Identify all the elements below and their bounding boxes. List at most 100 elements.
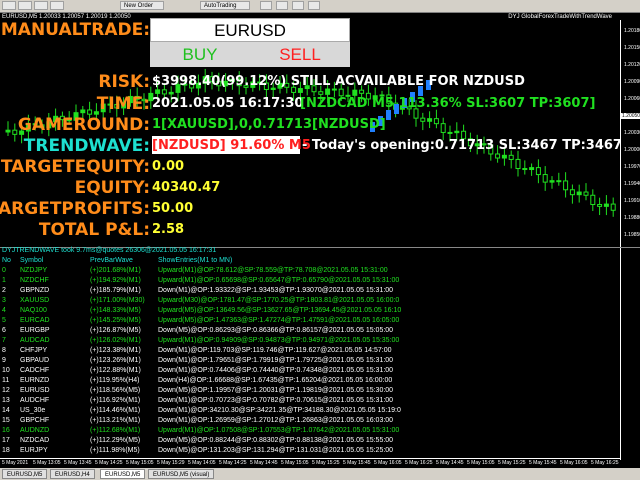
row-symbol: XAUUSD bbox=[20, 297, 50, 304]
row-no: 0 bbox=[2, 267, 6, 274]
row-wave: (+)112.29%(M5) bbox=[90, 437, 141, 444]
toolbar-button-4[interactable] bbox=[50, 1, 64, 10]
row-no: 14 bbox=[2, 407, 10, 414]
row-no: 12 bbox=[2, 387, 10, 394]
row-symbol: AUDCHF bbox=[20, 397, 50, 404]
column-header-no: No bbox=[2, 257, 11, 264]
table-row: 17 NZDCAD (+)112.29%(M5) Down(M5)@OP:0.8824… bbox=[0, 436, 620, 446]
time-label: 5 May 14:45 bbox=[250, 460, 278, 466]
row-wave: (+)123.38%(M1) bbox=[90, 347, 141, 354]
time-label: 5 May 14:45 bbox=[436, 460, 464, 466]
row-symbol: NAQ100 bbox=[20, 307, 47, 314]
time-label: 5 May 14:05 bbox=[188, 460, 216, 466]
time-label: 5 May 15:05 bbox=[467, 460, 495, 466]
row-entry: Upward(M5)@OP:13649.56@SP:13627.65@TP:13… bbox=[158, 307, 402, 314]
time-label: 5 May 16:25 bbox=[591, 460, 619, 466]
row-entry: Down(M1)@OP:1.26959@SP:1.27012@TP:1.2686… bbox=[158, 417, 394, 424]
time-label: 5 May 15:25 bbox=[312, 460, 340, 466]
row-wave: (+)118.56%(M5) bbox=[90, 387, 141, 394]
table-row: 8 CHFJPY (+)123.38%(M1) Down(M1)@OP:119.703… bbox=[0, 346, 620, 356]
current-price-label: 1.20050 bbox=[621, 113, 640, 119]
candle-body bbox=[563, 180, 569, 191]
price-label: 1.19970 bbox=[624, 164, 640, 170]
time-label: 5 May 14:25 bbox=[95, 460, 123, 466]
gameround-value: 1[XAUUSD],0,0.71713[NZDUSD] bbox=[152, 117, 386, 132]
candle-body bbox=[515, 158, 521, 170]
price-label: 1.20120 bbox=[624, 62, 640, 68]
price-label: 1.20150 bbox=[624, 45, 640, 51]
row-symbol: GBPNZD bbox=[20, 287, 50, 294]
buy-button[interactable]: BUY bbox=[150, 42, 250, 67]
time-label: 5 May 15:25 bbox=[498, 460, 526, 466]
candle-body bbox=[420, 117, 426, 122]
toolbar-button-5[interactable] bbox=[260, 1, 272, 10]
tab-eurusd-h4[interactable]: EURUSD,H4 bbox=[50, 469, 95, 479]
tab-eurusd-m5-1[interactable]: EURUSD,M5 bbox=[2, 469, 48, 479]
targetequity-value: 0.00 bbox=[152, 159, 185, 174]
risk-label: RISK: bbox=[98, 72, 150, 92]
equity-label: EQUITY: bbox=[74, 178, 150, 198]
row-wave: (+)113.21%(M1) bbox=[90, 417, 141, 424]
candle-body bbox=[597, 204, 603, 207]
toolbar-button-8[interactable] bbox=[308, 1, 320, 10]
row-wave: (+)126.87%(M5) bbox=[90, 327, 141, 334]
risk-value: $3998.40(99.12%) STILL ACVAILABLE FOR NZ… bbox=[152, 74, 525, 89]
candle-body bbox=[529, 167, 535, 171]
pair-input[interactable]: EURUSD bbox=[150, 18, 350, 42]
table-row: 13 AUDCHF (+)116.92%(M1) Down(M1)@OP:0.7072… bbox=[0, 396, 620, 406]
time-label: 5 May 13:05 bbox=[33, 460, 61, 466]
candle-body bbox=[576, 191, 582, 196]
toolbar-button-6[interactable] bbox=[276, 1, 288, 10]
new-order-button[interactable]: New Order bbox=[120, 1, 164, 10]
row-no: 13 bbox=[2, 397, 10, 404]
row-no: 1 bbox=[2, 277, 6, 284]
table-row: 14 US_30e (+)114.46%(M1) Down(M1)@OP:34210.… bbox=[0, 406, 620, 416]
row-wave: (+)145.25%(M5) bbox=[90, 317, 141, 324]
row-symbol: NZDCAD bbox=[20, 437, 50, 444]
price-label: 1.19940 bbox=[624, 181, 640, 187]
toolbar-button-1[interactable] bbox=[2, 1, 16, 10]
price-label: 1.20000 bbox=[624, 147, 640, 153]
time-axis: 5 May 2021 5 May 13:05 5 May 13:45 5 May 14… bbox=[0, 458, 620, 468]
sell-button[interactable]: SELL bbox=[250, 42, 350, 67]
candle-body bbox=[590, 194, 596, 206]
row-entry: Upward(M5)@OP:1.47363@SP:1.47274@TP:1.47… bbox=[158, 317, 400, 324]
tab-eurusd-m5-2[interactable]: EURUSD,M5 bbox=[100, 469, 146, 479]
toolbar-button-3[interactable] bbox=[34, 1, 48, 10]
time-label: 5 May 16:05 bbox=[374, 460, 402, 466]
toolbar-button-7[interactable] bbox=[292, 1, 304, 10]
row-wave: (+)116.92%(M1) bbox=[90, 397, 141, 404]
row-entry: Upward(M1)@OP:0.65698@SP:0.65647@TP:0.65… bbox=[158, 277, 400, 284]
targetprofits-value: 50.00 bbox=[152, 201, 194, 216]
row-wave: (+)119.95%(H4) bbox=[90, 377, 140, 384]
row-no: 7 bbox=[2, 337, 6, 344]
time-label: 5 May 15:05 bbox=[281, 460, 309, 466]
candle-body bbox=[318, 91, 324, 95]
tab-eurusd-m5-visual[interactable]: EURUSD,M5 (visual) bbox=[148, 469, 215, 479]
row-symbol: AUDCAD bbox=[20, 337, 50, 344]
autotrading-button[interactable]: AutoTrading bbox=[200, 1, 250, 10]
row-symbol: EURUSD bbox=[20, 387, 50, 394]
row-no: 10 bbox=[2, 367, 10, 374]
candle-body bbox=[535, 167, 541, 176]
time-label: 5 May 13:45 bbox=[64, 460, 92, 466]
row-wave: (+)112.68%(M1) bbox=[90, 427, 141, 434]
time-label: 5 May 16:25 bbox=[405, 460, 433, 466]
time-label: 5 May 15:29 bbox=[157, 460, 185, 466]
row-symbol: EURCAD bbox=[20, 317, 50, 324]
table-row: 7 AUDCAD (+)126.02%(M1) Upward(M1)@OP:0.949… bbox=[0, 336, 620, 346]
row-wave: (+)185.79%(M1) bbox=[90, 287, 141, 294]
table-row: 2 GBPNZD (+)185.79%(M1) Down(M1)@OP:1.93322… bbox=[0, 286, 620, 296]
time-label: 5 May 16:05 bbox=[560, 460, 588, 466]
table-row: 12 EURUSD (+)118.56%(M5) Down(M5)@OP:1.1995… bbox=[0, 386, 620, 396]
row-no: 17 bbox=[2, 437, 10, 444]
row-wave: (+)114.46%(M1) bbox=[90, 407, 141, 414]
toolbar-button-2[interactable] bbox=[18, 1, 32, 10]
row-entry: Upward(M1)@OP:0.94909@SP:0.94873@TP:0.94… bbox=[158, 337, 400, 344]
row-symbol: GBPAUD bbox=[20, 357, 50, 364]
trendwave-value: [NZDUSD] 91.60% M5 bbox=[152, 138, 311, 153]
row-symbol: CHFJPY bbox=[20, 347, 48, 354]
candle-body bbox=[168, 91, 174, 95]
price-label: 1.20030 bbox=[624, 130, 640, 136]
total-pl-label: TOTAL P&L: bbox=[38, 220, 150, 240]
